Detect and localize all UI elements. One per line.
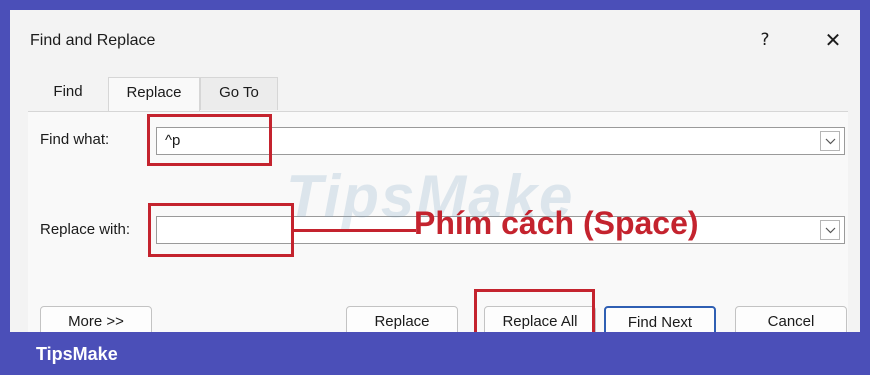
annotation-label: Phím cách (Space) xyxy=(414,205,699,241)
find-next-button[interactable]: Find Next xyxy=(604,306,716,332)
replace-with-label: Replace with: xyxy=(40,221,131,238)
footer-bar: TipsMake xyxy=(0,332,870,375)
find-what-label: Find what: xyxy=(40,131,110,148)
find-what-value: ^p xyxy=(165,132,181,149)
chevron-down-icon[interactable] xyxy=(820,131,840,151)
replace-all-button[interactable]: Replace All xyxy=(484,306,596,332)
find-replace-dialog: Find and Replace ? ✕ Find Replace Go To … xyxy=(10,10,860,332)
title-bar: Find and Replace ? ✕ xyxy=(10,10,860,68)
close-icon[interactable]: ✕ xyxy=(818,26,848,54)
chevron-down-icon[interactable] xyxy=(820,220,840,240)
tab-go-to[interactable]: Go To xyxy=(200,77,278,110)
brand-logo-text: TipsMake xyxy=(36,344,118,364)
cancel-button[interactable]: Cancel xyxy=(735,306,847,332)
replace-button[interactable]: Replace xyxy=(346,306,458,332)
tab-find[interactable]: Find xyxy=(28,77,108,110)
find-what-field[interactable]: ^p xyxy=(156,127,845,155)
dialog-title: Find and Replace xyxy=(30,32,156,49)
tab-replace[interactable]: Replace xyxy=(108,77,200,112)
help-button[interactable]: ? xyxy=(750,26,780,54)
annotation-connector xyxy=(294,229,416,232)
more-button[interactable]: More >> xyxy=(40,306,152,332)
